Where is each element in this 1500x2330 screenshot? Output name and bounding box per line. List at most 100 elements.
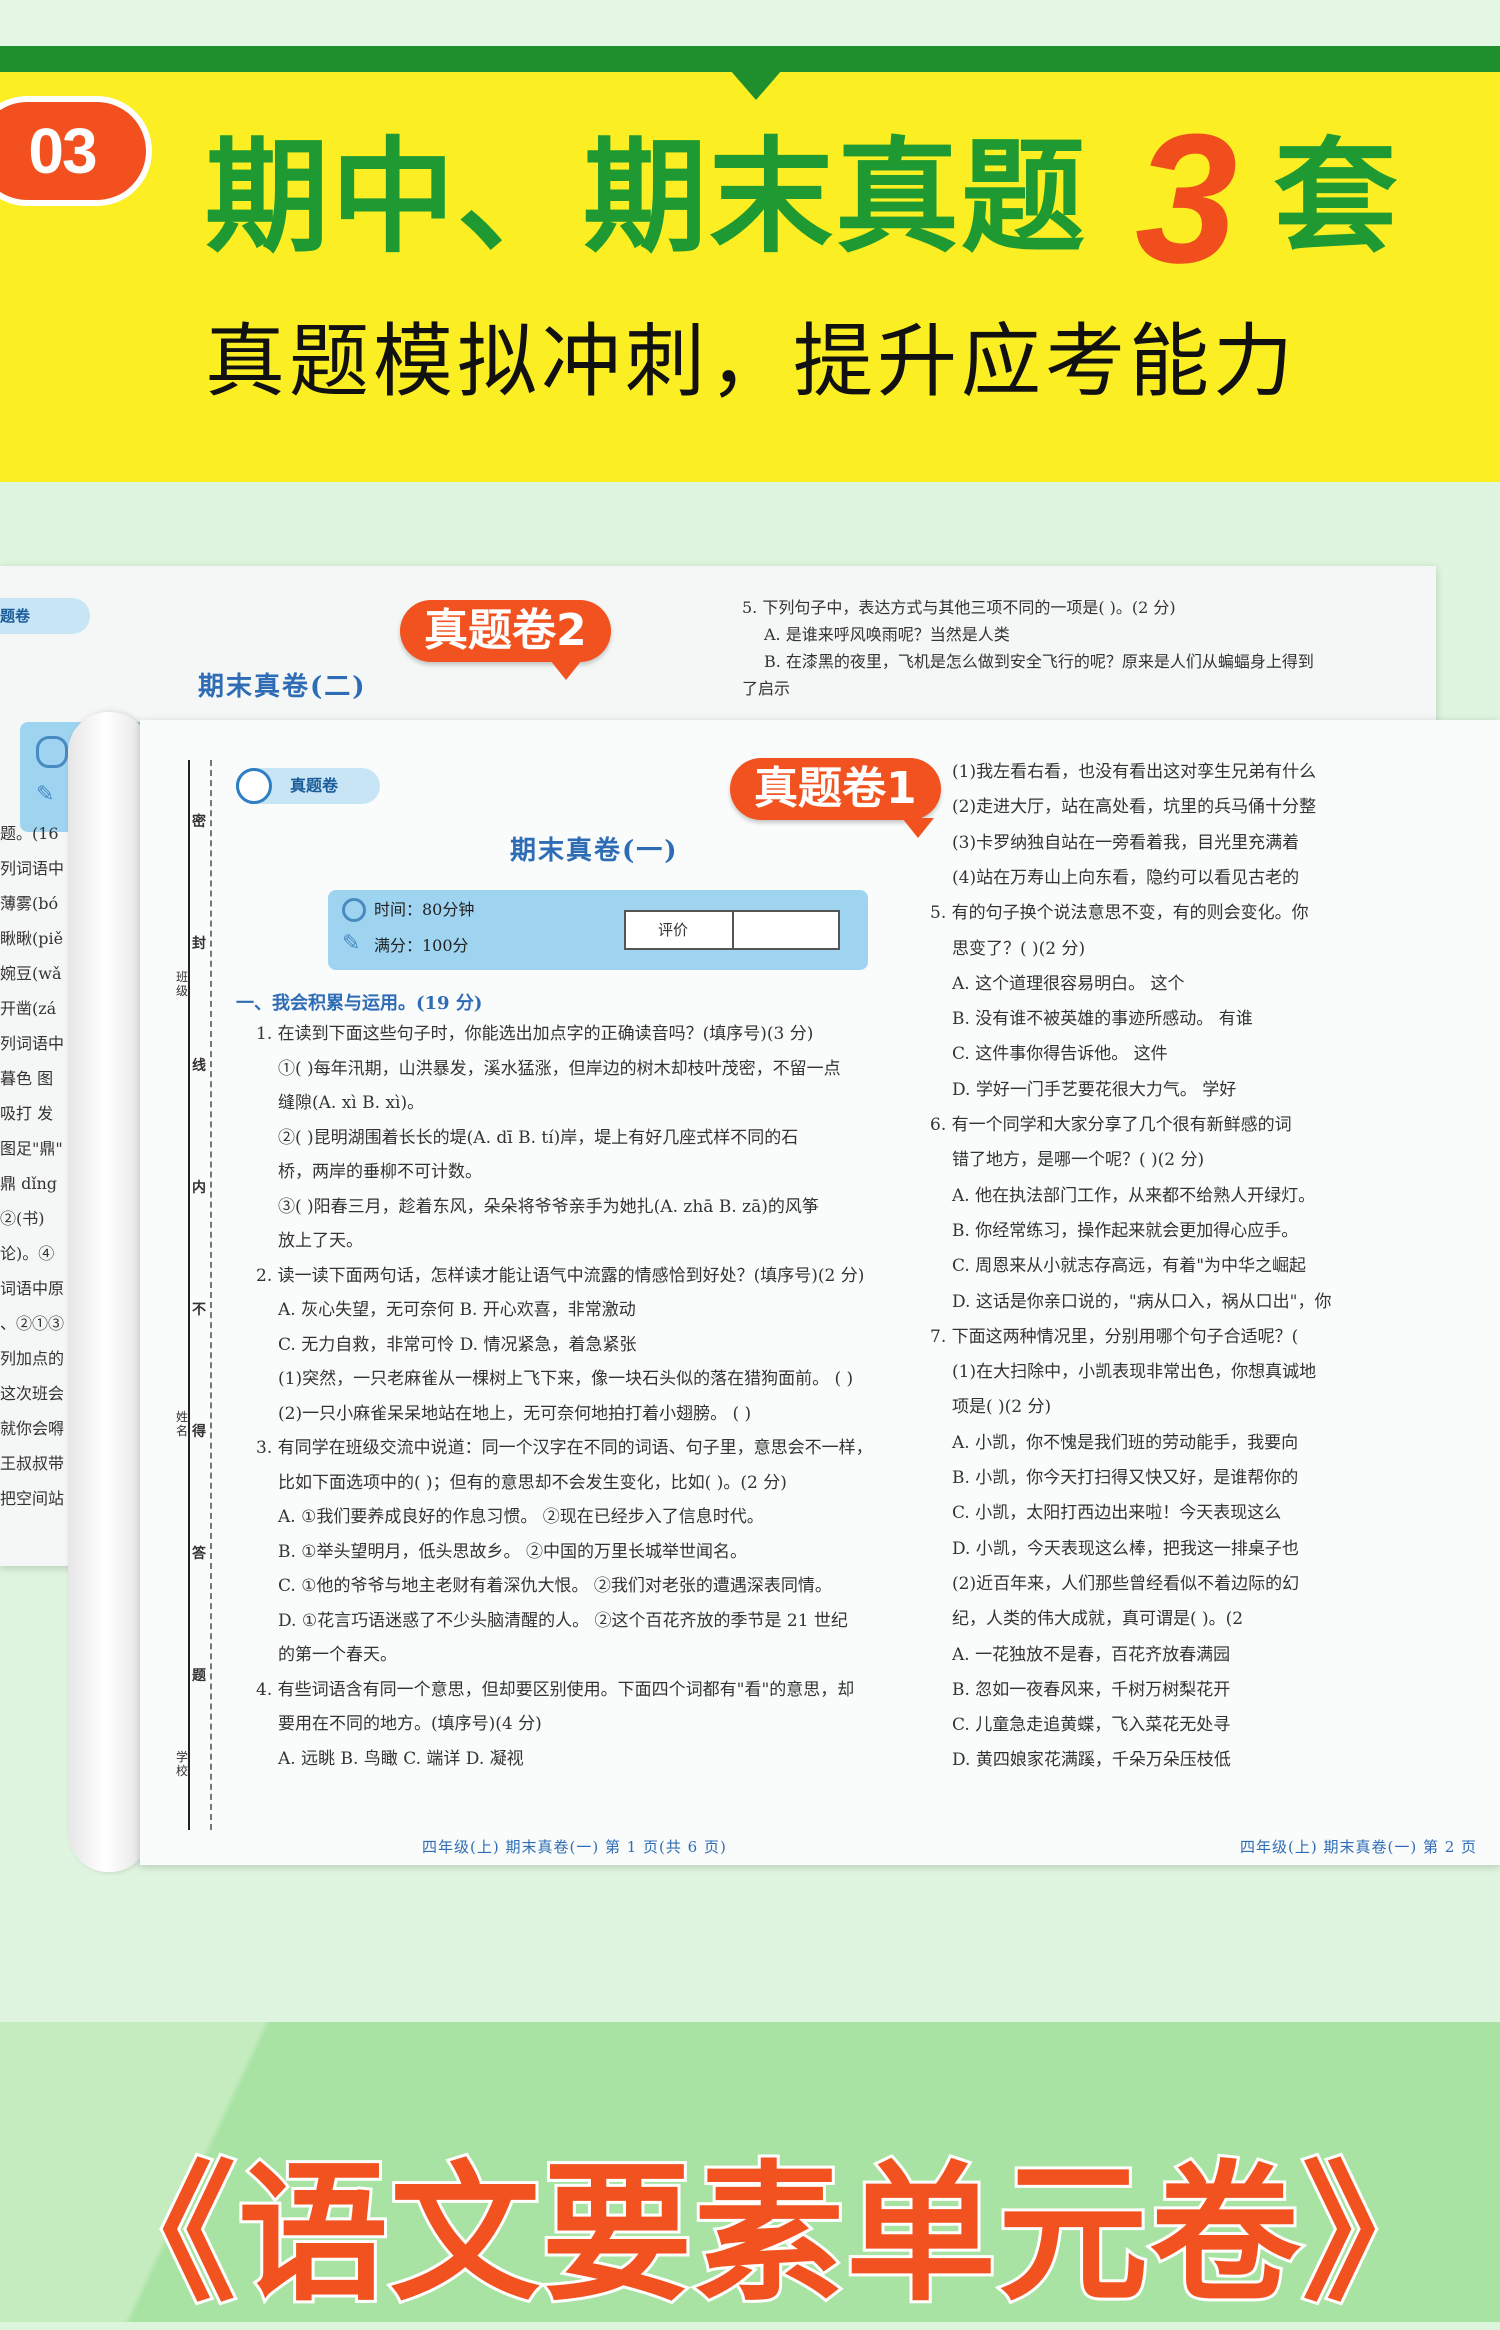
question-line: C. 小凯，太阳打西边出来啦！今天表现这么 <box>952 1503 1282 1524</box>
front-footer-left: 四年级(上) 期末真卷(一) 第 1 页(共 6 页) <box>422 1838 727 1856</box>
question-line: C. 这件事你得告诉他。 这件 <box>952 1044 1168 1065</box>
question-line: 的第一个春天。 <box>278 1645 397 1665</box>
front-exam-paper: 密封线内不得答题 班级 姓名 学校 真题卷 真题卷1 期末真卷(一) 时间：80分钟… <box>140 720 1500 1865</box>
question-line: A. 灰心失望，无可奈何 B. 开心欢喜，非常激动 <box>278 1300 636 1320</box>
front-paper-tag: 真题卷1 <box>730 758 941 820</box>
section-number-badge: 03 <box>0 96 152 206</box>
cropped-text-fragment: 暮色 图 <box>0 1069 54 1088</box>
binding-char: 密 <box>192 814 206 830</box>
headline-number: 3 <box>1135 95 1238 301</box>
binding-field-label: 班级 <box>176 970 189 998</box>
question-line: (2)走进大厅，站在高处看，坑里的兵马俑十分整 <box>952 797 1317 818</box>
question-line: 4. 有些词语含有同一个意思，但却要区别使用。下面四个词都有"看"的意思，却 <box>256 1679 855 1700</box>
question-line: 了启示 <box>742 679 791 698</box>
question-line: ①( )每年汛期，山洪暴发，溪水猛涨，但岸边的树木却枝叶茂密，不留一点 <box>278 1058 841 1079</box>
pen-icon: ✎ <box>342 931 361 956</box>
subheadline: 真题模拟冲刺，提升应考能力 <box>205 315 1297 408</box>
question-line: D. 学好一门手艺要花很大力气。 学好 <box>952 1079 1237 1100</box>
question-line: (2)一只小麻雀呆呆地站在地上，无可奈何地拍打着小翅膀。 ( ) <box>278 1403 752 1424</box>
back-paper-logo: 题卷 <box>0 598 90 634</box>
pen-icon: ✎ <box>36 782 55 807</box>
back-right-column: 5. 下列句子中，表达方式与其他三项不同的一项是( )。(2 分) A. 是谁来呼… <box>742 596 1422 726</box>
headline-text-b: 套 <box>1273 126 1400 270</box>
binding-field-label: 姓名 <box>176 1410 189 1438</box>
score-label: 满分：100分 <box>374 936 469 955</box>
question-line: C. 儿童急走追黄蝶，飞入菜花无处寻 <box>952 1715 1231 1736</box>
question-line: C. ①他的爷爷与地主老财有着深仇大恨。 ②我们对老张的遭遇深表同情。 <box>278 1576 832 1596</box>
question-line: A. 远眺 B. 鸟瞰 C. 端详 D. 凝视 <box>278 1748 524 1769</box>
binding-field-label: 学校 <box>176 1750 189 1778</box>
question-line: B. 你经常练习，操作起来就会更加得心应手。 <box>952 1220 1299 1241</box>
front-tag-pointer <box>902 818 934 838</box>
cropped-text-fragment: 就你会嘚 <box>0 1419 65 1438</box>
question-line: D. 黄四娘家花满蹊，千朵万朵压枝低 <box>952 1750 1231 1771</box>
question-line: A. ①我们要养成良好的作息习惯。 ②现在已经步入了信息时代。 <box>278 1507 764 1527</box>
clock-icon <box>342 898 366 922</box>
question-line: D. ①花言巧语迷惑了不少头脑清醒的人。 ②这个百花齐放的季节是 21 世纪 <box>278 1610 848 1631</box>
top-background <box>0 0 1500 46</box>
front-left-column: 1. 在读到下面这些句子时，你能选出加点字的正确读音吗？(填序号)(3 分) ①(… <box>256 1022 876 1782</box>
binding-fields: 班级 姓名 学校 <box>176 970 206 1830</box>
cropped-text-fragment: 图足"鼎" <box>0 1139 63 1158</box>
question-line: 放上了天。 <box>278 1231 363 1251</box>
cropped-text-fragment: 王叔叔带 <box>0 1454 65 1473</box>
time-label: 时间：80分钟 <box>374 900 475 919</box>
evaluation-label: 评价 <box>658 921 689 939</box>
headline: 期中、期末真题 3 套 <box>205 95 1400 301</box>
section-1-heading: 一、我会积累与运用。(19 分) <box>236 993 483 1014</box>
question-line: A. 他在执法部门工作，从来都不给熟人开绿灯。 <box>952 1185 1316 1206</box>
question-line: C. 周恩来从小就志存高远，有着"为中华之崛起 <box>952 1256 1307 1277</box>
logo-avatar-icon <box>236 768 272 804</box>
front-footer-right: 四年级(上) 期末真卷(一) 第 2 页 <box>1240 1838 1478 1856</box>
cropped-text-fragment: 婉豆(wǎ <box>0 964 62 983</box>
question-line: 比如下面选项中的( )；但有的意思却不会发生变化，比如( )。(2 分) <box>278 1472 787 1493</box>
question-line: 缝隙(A. xì B. xì)。 <box>278 1093 425 1113</box>
question-line: D. 小凯，今天表现这么棒，把我这一排桌子也 <box>952 1538 1299 1559</box>
question-line: 6. 有一个同学和大家分享了几个很有新鲜感的词 <box>930 1115 1292 1135</box>
cropped-text-fragment: 、②①③ <box>0 1314 65 1333</box>
question-line: B. 没有谁不被英雄的事迹所感动。 有谁 <box>952 1009 1253 1030</box>
cropped-text-fragment: 题。(16 <box>0 824 59 843</box>
cropped-text-fragment: 列词语中 <box>0 859 65 878</box>
question-line: B. 忽如一夜春风来，千树万树梨花开 <box>952 1679 1231 1700</box>
bottom-title: 《语文要素单元卷》 <box>83 2145 1455 2325</box>
cropped-text-fragment: 开凿(zá <box>0 999 57 1018</box>
headline-text-a: 期中、期末真题 <box>205 126 1088 270</box>
question-line: A. 小凯，你不愧是我们班的劳动能手，我要向 <box>952 1432 1299 1453</box>
back-paper-title: 期末真卷(二) <box>198 672 367 702</box>
cropped-text-fragment: 把空间站 <box>0 1489 65 1508</box>
green-notch-arrow <box>730 70 782 100</box>
question-line: 桥，两岸的垂柳不可计数。 <box>278 1162 482 1182</box>
front-paper-title: 期末真卷(一) <box>510 836 679 866</box>
cropped-text-fragment: 鼎 dǐng <box>0 1174 57 1193</box>
question-line: (1)在大扫除中，小凯表现非常出色，你想真诚地 <box>952 1362 1317 1383</box>
question-line: 5. 有的句子换个说法意思不变，有的则会变化。你 <box>930 903 1309 924</box>
green-header-bar <box>0 46 1500 72</box>
question-line: 要用在不同的地方。(填序号)(4 分) <box>278 1714 542 1734</box>
question-line: A. 是谁来呼风唤雨呢？当然是人类 <box>764 625 1010 644</box>
cropped-text-fragment: 瞅瞅(piě <box>0 929 64 948</box>
cropped-text-fragment: 词语中原 <box>0 1279 65 1298</box>
question-line: 1. 在读到下面这些句子时，你能选出加点字的正确读音吗？(填序号)(3 分) <box>256 1024 814 1044</box>
question-line: (4)站在万寿山上向东看，隐约可以看见古老的 <box>952 867 1300 888</box>
question-line: C. 无力自救，非常可怜 D. 情况紧急，着急紧张 <box>278 1334 637 1355</box>
question-line: A. 一花独放不是春，百花齐放春满园 <box>952 1644 1231 1665</box>
cropped-text-fragment: ②(书) <box>0 1209 45 1228</box>
cropped-text-fragment: 列词语中 <box>0 1034 65 1053</box>
back-tag-pointer <box>550 660 582 680</box>
cropped-text-fragment: 薄雾(bó <box>0 894 59 913</box>
question-line: 思变了？( )(2 分) <box>952 938 1086 959</box>
evaluation-box: 评价 <box>624 910 840 950</box>
question-line: 项是( )(2 分) <box>952 1397 1052 1418</box>
question-line: 错了地方，是哪一个呢？( )(2 分) <box>952 1150 1205 1171</box>
question-line: 3. 有同学在班级交流中说道：同一个汉字在不同的词语、句子里，意思会不一样， <box>256 1438 873 1458</box>
question-line: A. 这个道理很容易明白。 这个 <box>952 973 1185 994</box>
question-line: 2. 读一读下面两句话，怎样读才能让语气中流露的情感恰到好处？(填序号)(2 分… <box>256 1265 865 1286</box>
binding-char: 封 <box>192 936 206 952</box>
evaluation-divider <box>732 912 734 948</box>
question-line: (3)卡罗纳独自站在一旁看着我，目光里充满着 <box>952 832 1300 853</box>
front-right-column: (1)我左看右看，也没有看出这对孪生兄弟有什么 (2)走进大厅，站在高处看，坑里的… <box>930 760 1500 1780</box>
question-line: (1)突然，一只老麻雀从一棵树上飞下来，像一块石头似的落在猎狗面前。 ( ) <box>278 1369 854 1389</box>
question-line: (2)近百年来，人们那些曾经看似不着边际的幻 <box>952 1573 1300 1594</box>
cropped-text-fragment: 列加点的 <box>0 1349 65 1368</box>
